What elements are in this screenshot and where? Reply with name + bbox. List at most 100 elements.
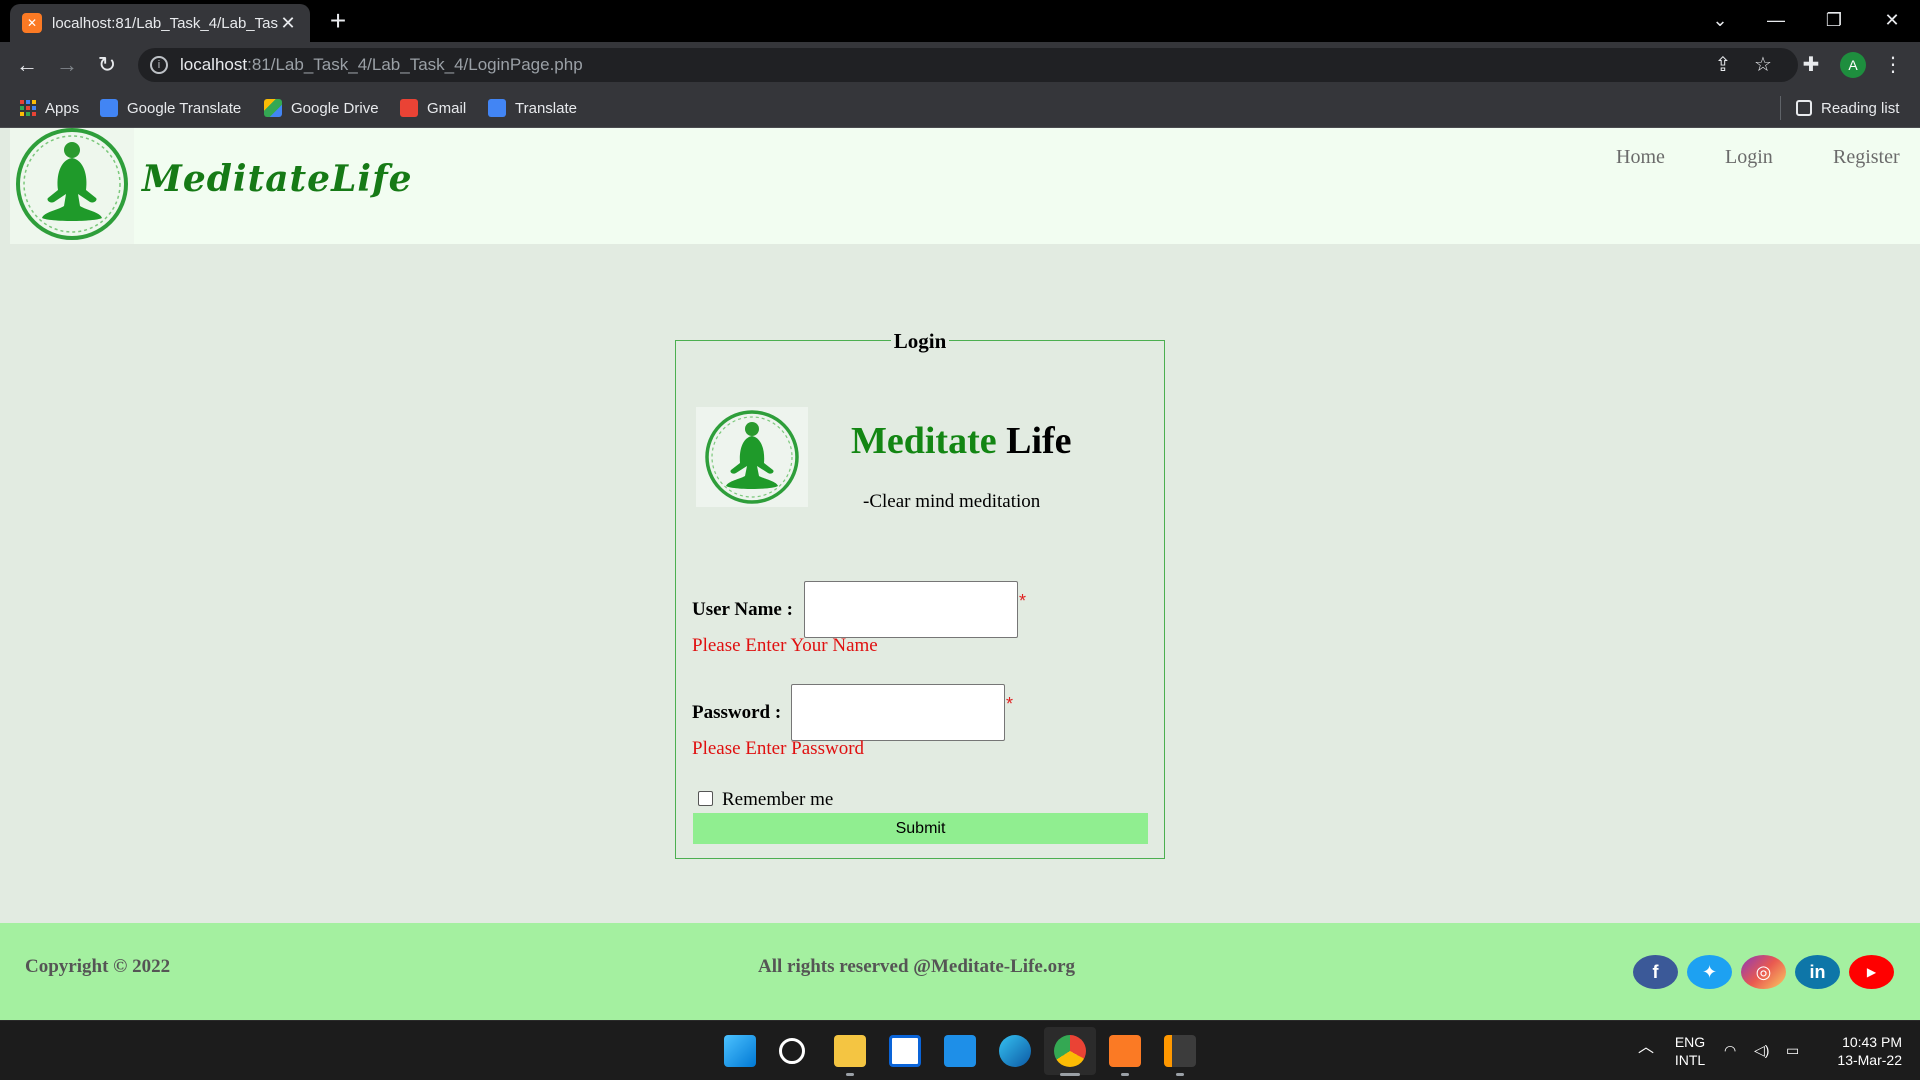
apps-grid-icon: [20, 100, 36, 116]
show-hidden-icons-chevron-icon[interactable]: ︿: [1638, 1039, 1654, 1057]
reload-button[interactable]: ↻: [92, 50, 122, 80]
address-bar[interactable]: i localhost:81/Lab_Task_4/Lab_Task_4/Log…: [138, 48, 1798, 82]
browser-menu-icon[interactable]: ⋮: [1878, 48, 1908, 82]
share-icon[interactable]: ⇪: [1708, 48, 1738, 82]
extensions-icon[interactable]: ✚: [1796, 48, 1826, 82]
title-life: Life: [1006, 420, 1072, 462]
back-button[interactable]: ←: [12, 50, 42, 80]
reading-list-label: Reading list: [1821, 99, 1900, 117]
new-tab-button[interactable]: +: [322, 6, 354, 38]
bookmark-apps[interactable]: Apps: [20, 97, 79, 119]
bookmarks-bar: Apps Google Translate Google Drive Gmail…: [0, 88, 1920, 128]
remember-me-label[interactable]: Remember me: [722, 789, 833, 811]
windows-start-icon[interactable]: [724, 1035, 756, 1067]
tab-search-icon[interactable]: ⌄: [1692, 0, 1748, 42]
footer-copyright: Copyright © 2022: [25, 956, 171, 977]
site-brand[interactable]: MeditateLife: [142, 158, 412, 200]
tab-title: localhost:81/Lab_Task_4/Lab_Task: [52, 14, 278, 32]
bookmark-label: Gmail: [427, 99, 467, 117]
username-required-mark: *: [1019, 591, 1027, 611]
browser-toolbar: ← → ↻ i localhost:81/Lab_Task_4/Lab_Task…: [0, 42, 1920, 88]
lang-line2: INTL: [1674, 1052, 1706, 1068]
login-legend-text: Login: [890, 329, 950, 353]
bookmark-translate[interactable]: Translate: [488, 97, 577, 119]
close-window-button[interactable]: ✕: [1864, 0, 1920, 42]
username-error: Please Enter Your Name: [692, 635, 878, 656]
login-legend: Login: [676, 329, 1164, 354]
wifi-icon[interactable]: ◠: [1724, 1041, 1736, 1059]
bookmark-star-icon[interactable]: ☆: [1748, 48, 1778, 82]
xampp-favicon-icon: ✕: [22, 13, 42, 33]
site-logo[interactable]: [10, 128, 134, 244]
login-logo: [696, 407, 808, 507]
sublime-text-icon[interactable]: [1164, 1035, 1196, 1067]
site-info-icon[interactable]: i: [150, 56, 168, 74]
clock[interactable]: 10:43 PM 13-Mar-22: [1822, 1033, 1902, 1069]
file-explorer-icon[interactable]: [834, 1035, 866, 1067]
linkedin-icon[interactable]: in: [1795, 955, 1840, 989]
mail-icon[interactable]: [944, 1035, 976, 1067]
close-tab-icon[interactable]: ✕: [278, 13, 298, 34]
instagram-icon[interactable]: ◎: [1741, 955, 1786, 989]
meditation-logo-icon: [705, 410, 799, 504]
bookmark-label: Google Translate: [127, 99, 242, 117]
reading-list-button[interactable]: Reading list: [1796, 97, 1899, 119]
restore-button[interactable]: ❐: [1806, 0, 1862, 42]
url-host: localhost: [180, 55, 248, 74]
gmail-icon: [400, 99, 418, 117]
nav-login[interactable]: Login: [1725, 146, 1773, 169]
footer-rights: All rights reserved @Meditate-Life.org: [758, 956, 1076, 977]
microsoft-store-icon[interactable]: [889, 1035, 921, 1067]
youtube-icon[interactable]: ▶: [1849, 955, 1894, 989]
browser-tab[interactable]: ✕ localhost:81/Lab_Task_4/Lab_Task ✕: [10, 4, 310, 42]
url-path: :81/Lab_Task_4/Lab_Task_4/LoginPage.php: [247, 55, 583, 74]
nav-register[interactable]: Register: [1833, 146, 1900, 169]
username-input[interactable]: [804, 581, 1018, 638]
volume-icon[interactable]: ◁): [1754, 1041, 1769, 1059]
remember-me-checkbox[interactable]: [698, 791, 713, 806]
chrome-active-indicator: [1060, 1073, 1080, 1076]
bookmark-google-drive[interactable]: Google Drive: [264, 97, 379, 119]
bookmark-label: Apps: [45, 99, 80, 117]
battery-icon[interactable]: ▭: [1786, 1041, 1799, 1059]
password-error: Please Enter Password: [692, 738, 865, 759]
bookmark-label: Google Drive: [291, 99, 379, 117]
site-header: MeditateLife Home Login Register: [10, 128, 1920, 244]
username-label: User Name :: [692, 599, 793, 620]
site-footer: Copyright © 2022 All rights reserved @Me…: [0, 923, 1920, 1020]
password-required-mark: *: [1006, 694, 1014, 714]
nav-home[interactable]: Home: [1616, 146, 1665, 169]
edge-icon[interactable]: [999, 1035, 1031, 1067]
chrome-icon[interactable]: [1054, 1035, 1086, 1067]
forward-button[interactable]: →: [52, 50, 82, 80]
windows-taskbar: ︿ ENG INTL ◠ ◁) ▭ 10:43 PM 13-Mar-22: [0, 1020, 1920, 1080]
bookmark-gmail[interactable]: Gmail: [400, 97, 466, 119]
file-explorer-running-indicator: [846, 1073, 854, 1076]
submit-button[interactable]: Submit: [693, 813, 1148, 844]
page-viewport: MeditateLife Home Login Register Login M…: [0, 128, 1920, 1020]
meditation-logo-icon: [16, 128, 128, 240]
google-translate-icon: [100, 99, 118, 117]
clock-date: 13-Mar-22: [1837, 1052, 1902, 1068]
xampp-running-indicator: [1121, 1073, 1129, 1076]
facebook-icon[interactable]: f: [1633, 955, 1678, 989]
xampp-icon[interactable]: [1109, 1035, 1141, 1067]
login-fieldset: Login Meditate Life -Clear mind meditati…: [675, 329, 1165, 859]
password-input[interactable]: [791, 684, 1005, 741]
twitter-icon[interactable]: ✦: [1687, 955, 1732, 989]
google-drive-icon: [264, 99, 282, 117]
password-label: Password :: [692, 702, 782, 723]
title-meditate: Meditate: [851, 420, 997, 462]
profile-avatar[interactable]: A: [1840, 52, 1866, 78]
bookmark-google-translate[interactable]: Google Translate: [100, 97, 241, 119]
minimize-button[interactable]: —: [1748, 0, 1804, 42]
sublime-running-indicator: [1176, 1073, 1184, 1076]
bookmark-label: Translate: [515, 99, 577, 117]
login-tagline: -Clear mind meditation: [863, 491, 1041, 512]
language-indicator[interactable]: ENG INTL: [1670, 1033, 1710, 1069]
reading-list-icon: [1796, 100, 1812, 116]
lang-line1: ENG: [1674, 1034, 1706, 1050]
bookmarks-divider: [1780, 96, 1781, 120]
search-icon[interactable]: [779, 1038, 805, 1064]
translate-icon: [488, 99, 506, 117]
